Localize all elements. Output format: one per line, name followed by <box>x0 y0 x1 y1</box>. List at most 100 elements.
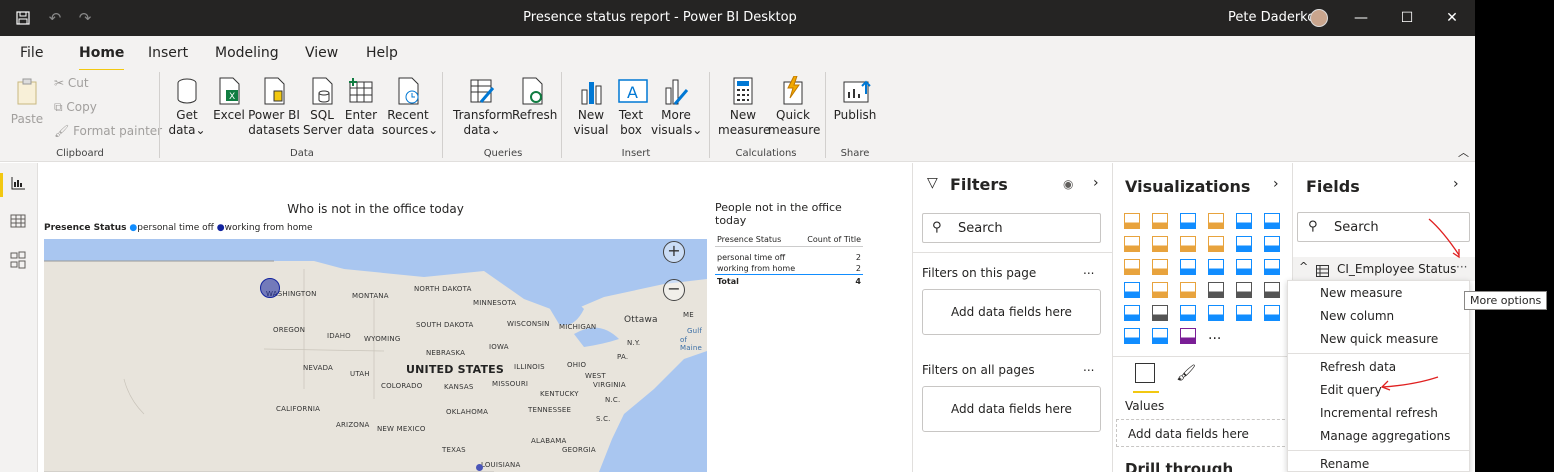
tab-insert[interactable]: Insert <box>148 45 188 61</box>
new-visual-button[interactable]: New visual <box>572 76 610 138</box>
visual-type-icon[interactable] <box>1124 236 1140 252</box>
eye-icon[interactable]: ◉ <box>1063 177 1073 191</box>
visual-type-icon[interactable] <box>1208 259 1224 275</box>
visual-type-icon[interactable] <box>1124 305 1140 321</box>
visual-type-icon[interactable] <box>1180 213 1196 229</box>
table-visual[interactable]: People not in the office today Presence … <box>715 201 863 288</box>
map-bubble-working-from-home[interactable] <box>260 278 280 298</box>
visual-type-icon[interactable] <box>1236 305 1252 321</box>
fields-tab-icon[interactable] <box>1135 363 1155 383</box>
recent-sources-button[interactable]: Recent sources⌄ <box>382 76 438 138</box>
model-view-icon[interactable] <box>10 251 28 269</box>
visual-type-icon[interactable] <box>1236 259 1252 275</box>
tab-view[interactable]: View <box>305 45 338 61</box>
all-pages-filter-dropzone[interactable]: Add data fields here <box>922 386 1101 432</box>
format-tab-icon[interactable]: 🖌 <box>1176 363 1196 382</box>
sql-server-button[interactable]: SQL Server <box>303 76 342 138</box>
maximize-icon[interactable]: ☐ <box>1384 0 1430 36</box>
visual-type-icon[interactable] <box>1124 213 1140 229</box>
collapse-visualizations-icon[interactable]: › <box>1273 176 1279 192</box>
visual-type-icon[interactable] <box>1152 236 1168 252</box>
collapse-fields-icon[interactable]: › <box>1453 176 1459 192</box>
map-label: NEBRASKA <box>426 349 466 357</box>
tab-home[interactable]: Home <box>79 45 125 72</box>
more-options-icon[interactable]: ... <box>1083 360 1094 374</box>
menu-item-edit-query[interactable]: Edit query <box>1320 383 1382 397</box>
publish-button[interactable]: Publish <box>832 76 878 123</box>
menu-item-incremental-refresh[interactable]: Incremental refresh <box>1320 406 1438 420</box>
close-icon[interactable]: ✕ <box>1429 0 1475 36</box>
minimize-icon[interactable]: — <box>1338 0 1384 36</box>
menu-item-refresh-data[interactable]: Refresh data <box>1320 360 1396 374</box>
menu-item-rename[interactable]: Rename <box>1320 457 1369 471</box>
excel-button[interactable]: X Excel <box>211 76 247 123</box>
refresh-button[interactable]: Refresh <box>512 76 557 123</box>
enter-label: Enter <box>344 108 378 122</box>
more-options-icon[interactable]: ... <box>1083 263 1094 277</box>
visual-type-icon[interactable] <box>1124 328 1140 344</box>
visual-type-icon[interactable] <box>1124 259 1140 275</box>
column-header[interactable]: Presence Status <box>717 235 781 244</box>
visual-type-icon[interactable] <box>1236 282 1252 298</box>
report-view-icon[interactable] <box>10 175 28 191</box>
map-bubble[interactable] <box>476 464 483 471</box>
text-box-button[interactable]: A Text box <box>613 76 649 138</box>
cut-button[interactable]: ✂ Cut <box>54 76 89 90</box>
collapse-filters-icon[interactable]: › <box>1093 175 1099 191</box>
get-data-button[interactable]: Get data⌄ <box>167 76 207 138</box>
visual-type-icon[interactable] <box>1180 328 1196 344</box>
visual-type-icon[interactable] <box>1264 213 1280 229</box>
visual-type-icon[interactable] <box>1208 282 1224 298</box>
visual-type-icon[interactable] <box>1264 282 1280 298</box>
visual-type-icon[interactable] <box>1208 213 1224 229</box>
legend-item-wfh[interactable]: working from home <box>225 223 313 233</box>
zoom-in-button[interactable]: + <box>663 241 685 263</box>
values-dropzone[interactable]: Add data fields here <box>1116 419 1290 447</box>
tab-help[interactable]: Help <box>366 45 398 61</box>
new-measure-button[interactable]: New measure <box>718 76 770 138</box>
more-visuals-button[interactable]: More visuals⌄ <box>651 76 702 138</box>
visual-type-icon[interactable] <box>1264 259 1280 275</box>
legend-item-personal[interactable]: personal time off <box>137 223 214 233</box>
visual-type-icon[interactable] <box>1180 259 1196 275</box>
menu-item-new-quick-measure[interactable]: New quick measure <box>1320 332 1438 346</box>
visual-type-icon[interactable] <box>1264 236 1280 252</box>
visual-type-icon[interactable] <box>1152 213 1168 229</box>
menu-item-manage-aggregations[interactable]: Manage aggregations <box>1320 429 1450 443</box>
visual-type-icon[interactable] <box>1264 305 1280 321</box>
map-visual[interactable]: WASHINGTON MONTANA NORTH DAKOTA MINNESOT… <box>44 239 707 472</box>
visual-type-icon[interactable] <box>1124 282 1140 298</box>
more-visuals-icon[interactable]: ... <box>1208 328 1224 344</box>
quick-measure-button[interactable]: Quick measure <box>768 75 820 138</box>
menu-item-new-column[interactable]: New column <box>1320 309 1394 323</box>
transform-data-button[interactable]: Transform data⌄ <box>453 76 513 138</box>
annotation-arrow <box>1428 218 1460 259</box>
data-view-icon[interactable] <box>10 213 28 229</box>
visual-type-icon[interactable] <box>1152 305 1168 321</box>
visual-type-icon[interactable] <box>1208 305 1224 321</box>
visual-type-icon[interactable] <box>1152 282 1168 298</box>
copy-button[interactable]: ⧉ Copy <box>54 100 97 115</box>
format-painter-button[interactable]: 🖌 Format painter <box>54 124 162 138</box>
paste-button[interactable]: Paste <box>10 76 44 127</box>
zoom-out-button[interactable]: − <box>663 279 685 301</box>
tab-file[interactable]: File <box>20 45 43 61</box>
power-bi-datasets-button[interactable]: Power BI datasets <box>248 76 300 138</box>
collapse-ribbon-icon[interactable]: ︿ <box>1458 144 1469 160</box>
visual-type-icon[interactable] <box>1152 259 1168 275</box>
page-filter-dropzone[interactable]: Add data fields here <box>922 289 1101 335</box>
menu-item-new-measure[interactable]: New measure <box>1320 286 1402 300</box>
avatar[interactable] <box>1310 9 1328 27</box>
chevron-up-icon[interactable]: ^ <box>1299 260 1308 273</box>
tab-modeling[interactable]: Modeling <box>215 45 279 61</box>
column-header[interactable]: Count of Title <box>807 235 861 244</box>
visual-type-icon[interactable] <box>1180 236 1196 252</box>
visual-type-icon[interactable] <box>1208 236 1224 252</box>
visual-type-icon[interactable] <box>1236 236 1252 252</box>
filters-search-input[interactable]: ⚲ Search <box>922 213 1101 243</box>
visual-type-icon[interactable] <box>1180 305 1196 321</box>
enter-data-button[interactable]: Enter data <box>342 76 380 138</box>
visual-type-icon[interactable] <box>1180 282 1196 298</box>
visual-type-icon[interactable] <box>1152 328 1168 344</box>
visual-type-icon[interactable] <box>1236 213 1252 229</box>
